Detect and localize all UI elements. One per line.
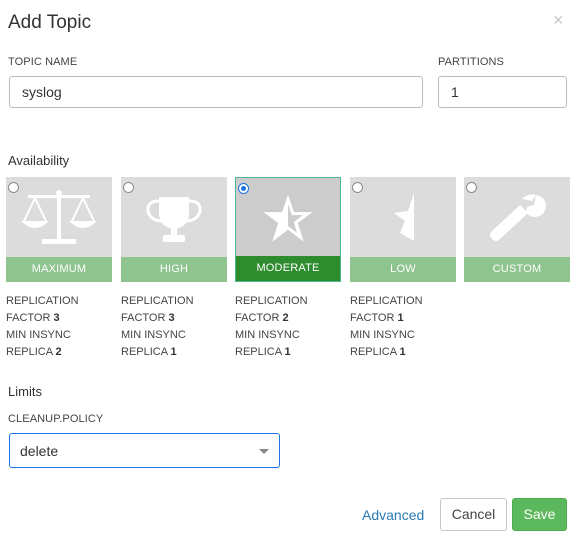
availability-label-custom: CUSTOM <box>464 257 570 282</box>
save-button[interactable]: Save <box>512 498 567 531</box>
replication-info-high: REPLICATION FACTOR 3 MIN INSYNC REPLICA … <box>121 295 194 358</box>
dialog-title: Add Topic <box>8 12 92 33</box>
availability-label-high: HIGH <box>121 257 227 282</box>
cancel-button[interactable]: Cancel <box>440 498 507 531</box>
chevron-down-icon <box>259 449 269 454</box>
availability-option-custom[interactable]: CUSTOM <box>464 177 570 282</box>
close-icon[interactable]: × <box>553 11 564 29</box>
quarter-star-icon <box>394 193 414 241</box>
cleanup-policy-value: delete <box>20 443 59 459</box>
scale-icon <box>21 190 97 244</box>
availability-label-low: LOW <box>350 257 456 282</box>
replication-info-maximum: REPLICATION FACTOR 3 MIN INSYNC REPLICA … <box>6 295 79 358</box>
trophy-icon <box>146 197 202 242</box>
cleanup-policy-select[interactable]: delete <box>9 433 280 468</box>
cleanup-policy-label: CLEANUP.POLICY <box>8 413 104 425</box>
availability-option-high[interactable]: HIGH <box>121 177 227 282</box>
limits-heading: Limits <box>8 384 42 399</box>
availability-option-low[interactable]: LOW <box>350 177 456 282</box>
availability-option-moderate[interactable]: MODERATE <box>235 177 341 282</box>
availability-option-maximum[interactable]: MAXIMUM <box>6 177 112 282</box>
partitions-label: PARTITIONS <box>438 56 504 68</box>
replication-info-low: REPLICATION FACTOR 1 MIN INSYNC REPLICA … <box>350 295 423 358</box>
topic-name-label: TOPIC NAME <box>8 56 78 68</box>
wrench-icon <box>490 194 546 241</box>
advanced-link[interactable]: Advanced <box>362 507 424 523</box>
partitions-input[interactable] <box>438 76 567 108</box>
topic-name-input[interactable] <box>9 76 423 108</box>
availability-label-moderate: MODERATE <box>236 256 340 281</box>
availability-label-maximum: MAXIMUM <box>6 257 112 282</box>
replication-info-moderate: REPLICATION FACTOR 2 MIN INSYNC REPLICA … <box>235 295 308 358</box>
half-star-icon <box>263 194 313 242</box>
availability-heading: Availability <box>8 153 70 168</box>
